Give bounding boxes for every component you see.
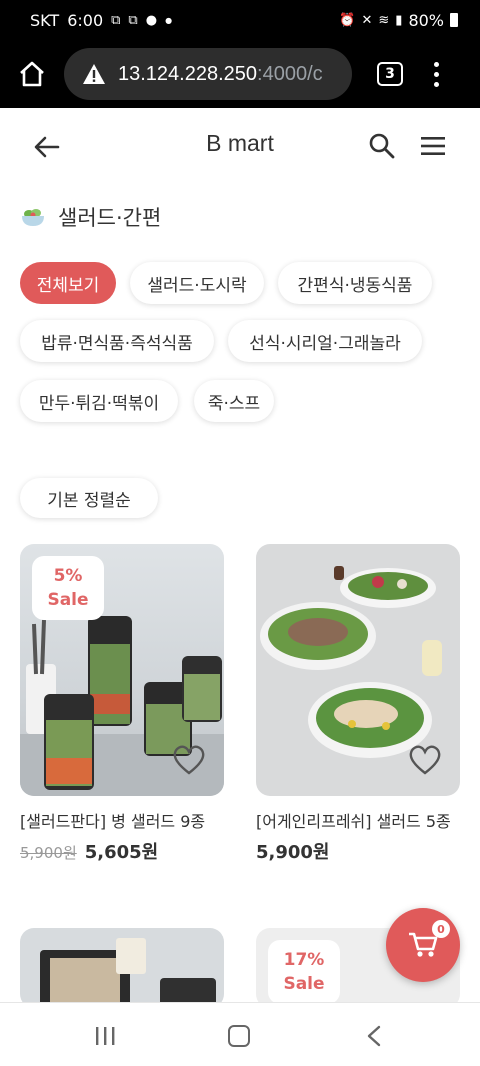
recent-apps-icon[interactable]: [94, 1027, 116, 1045]
sale-percent: 17%: [283, 950, 325, 970]
heart-icon[interactable]: [172, 744, 206, 776]
food-pack-image: [40, 938, 216, 1008]
sale-price: 5,605원: [84, 842, 159, 863]
battery-percent: 80%: [408, 10, 444, 30]
product-name: [어게인리프레쉬] 샐러드 5종: [256, 812, 451, 831]
cart-count-badge: 0: [432, 920, 450, 938]
alarm-icon: ⏰: [339, 12, 356, 28]
chip-salad-lunchbox[interactable]: 샐러드·도시락: [130, 262, 264, 304]
sale-label: Sale: [283, 974, 325, 994]
product-card[interactable]: [20, 928, 224, 1008]
warning-icon: [83, 64, 105, 84]
wifi-icon: ≋: [378, 12, 390, 28]
browser-home-button[interactable]: [0, 40, 64, 108]
chip-dumpling-fried[interactable]: 만두·튀김·떡볶이: [20, 380, 178, 422]
original-price: 5,900원: [20, 844, 77, 862]
chip-cereal-granola[interactable]: 선식·시리얼·그래놀라: [228, 320, 422, 362]
chat-icon: ●: [145, 12, 158, 28]
url-host: 13.124.228.250: [118, 62, 258, 85]
product-image[interactable]: [256, 544, 460, 796]
screenshot-icon: ⧉: [111, 12, 121, 28]
system-nav-bar: [0, 1002, 480, 1066]
search-icon[interactable]: [368, 132, 396, 160]
chip-porridge-soup[interactable]: 죽·스프: [194, 380, 274, 422]
sale-label: Sale: [47, 590, 89, 610]
heart-icon[interactable]: [408, 744, 442, 776]
signal-icon: ▮: [395, 12, 403, 28]
category-title: 샐러드·간편: [58, 206, 162, 230]
home-icon: [20, 61, 44, 87]
mute-icon: ✕: [361, 12, 373, 28]
sale-percent: 5%: [53, 566, 83, 586]
tab-switcher-button[interactable]: 3: [377, 62, 403, 86]
product-name: [샐러드판다] 병 샐러드 9종: [20, 812, 206, 831]
url-field[interactable]: 13.124.228.250:4000/c: [64, 48, 352, 100]
dot-icon: ●: [165, 15, 173, 25]
battery-icon: [450, 13, 458, 27]
cart-button[interactable]: 0: [386, 908, 460, 982]
product-card[interactable]: [어게인리프레쉬] 샐러드 5종 5,900원: [256, 544, 460, 864]
sort-dropdown[interactable]: 기본 정렬순: [20, 478, 158, 518]
product-image[interactable]: [20, 928, 224, 1008]
status-bar: SKT 6:00 ⧉ ⧉ ● ● ⏰ ✕ ≋ ▮ 80%: [0, 0, 480, 40]
hamburger-menu-icon[interactable]: [420, 134, 446, 158]
product-card[interactable]: 5% Sale [샐러드판다] 병 샐러드 9종 5,900원 5,605원: [20, 544, 224, 864]
product-price: 5,900원: [256, 842, 330, 863]
product-image[interactable]: 5% Sale: [20, 544, 224, 796]
chip-all[interactable]: 전체보기: [20, 262, 116, 304]
chip-rice-noodle-instant[interactable]: 밥류·면식품·즉석식품: [20, 320, 214, 362]
sale-badge: 17% Sale: [268, 940, 340, 1004]
sale-badge: 5% Sale: [32, 556, 104, 620]
carrier-label: SKT: [30, 10, 60, 30]
product-price-row: 5,900원: [256, 838, 460, 864]
chip-convenience-frozen[interactable]: 간편식·냉동식품: [278, 262, 432, 304]
clock: 6:00: [67, 10, 104, 30]
screenshot-icon-2: ⧉: [128, 12, 138, 28]
app-title: B mart: [206, 130, 274, 156]
salad-bowl-icon: [22, 209, 44, 226]
url-path: :4000/c: [257, 62, 323, 85]
back-nav-icon[interactable]: [366, 1025, 382, 1047]
browser-menu-button[interactable]: [431, 61, 441, 87]
browser-toolbar: 13.124.228.250:4000/c 3: [0, 40, 480, 108]
product-price-row: 5,900원 5,605원: [20, 838, 224, 864]
app-header: B mart: [0, 110, 480, 182]
category-heading: 샐러드·간편: [20, 202, 161, 232]
home-nav-icon[interactable]: [228, 1025, 250, 1047]
